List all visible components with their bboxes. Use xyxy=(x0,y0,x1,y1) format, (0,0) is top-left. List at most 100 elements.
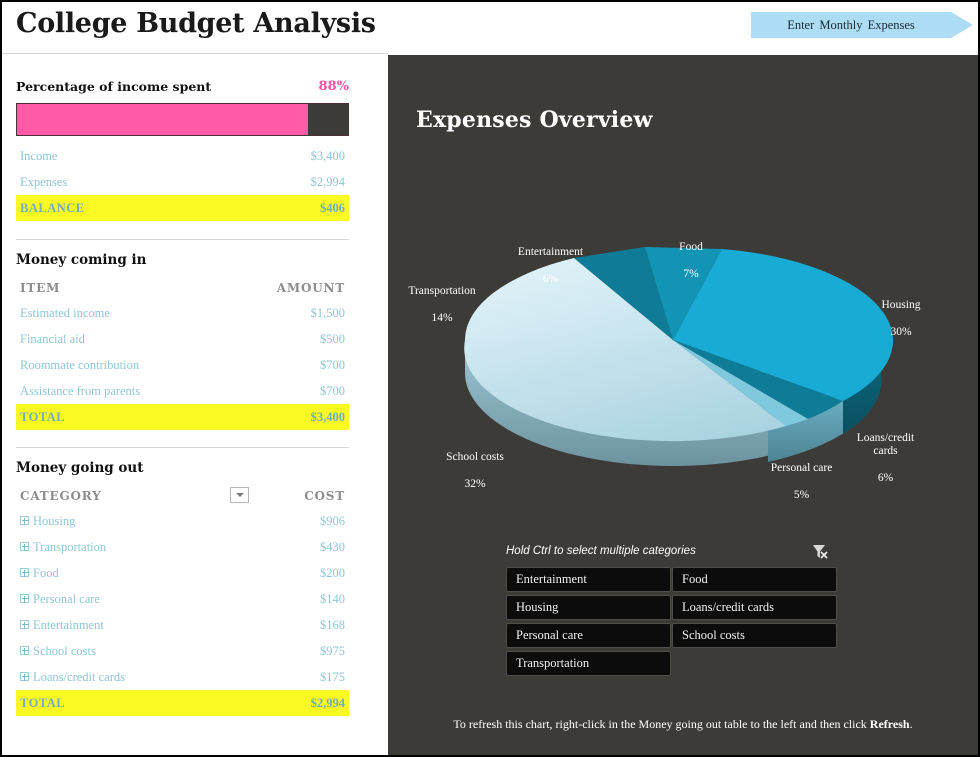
row-category: Loans/credit cards xyxy=(33,670,125,684)
column-header-cost: COST xyxy=(304,489,345,503)
refresh-word: Refresh xyxy=(869,717,910,731)
refresh-instruction-note: To refresh this chart, right-click in th… xyxy=(453,717,913,731)
percentage-label: Percentage of income spent xyxy=(16,79,212,94)
percentage-row: Percentage of income spent 88% xyxy=(16,79,349,99)
table-row[interactable]: School costs $975 xyxy=(16,638,349,664)
row-cost: $175 xyxy=(320,670,345,684)
table-row: Assistance from parents $700 xyxy=(16,378,349,404)
clear-filter-icon[interactable] xyxy=(810,543,830,561)
divider xyxy=(16,447,349,448)
money-out-total-row: TOTAL $2,994 xyxy=(16,690,349,716)
column-header-category: CATEGORY xyxy=(20,489,102,503)
summary-card: Percentage of income spent 88% Income $3… xyxy=(16,79,349,221)
row-cost: $140 xyxy=(320,592,345,606)
money-out-table-header: CATEGORY COST xyxy=(16,484,349,508)
table-row[interactable]: Food $200 xyxy=(16,560,349,586)
money-coming-in-card: Money coming in ITEM AMOUNT Estimated in… xyxy=(16,252,349,430)
summary-row-value: $3,400 xyxy=(310,149,345,163)
table-row[interactable]: Loans/credit cards $175 xyxy=(16,664,349,690)
expand-plus-icon[interactable] xyxy=(20,594,29,603)
pie-label-housing: Housing 30% xyxy=(881,298,921,338)
row-amount: $500 xyxy=(320,332,345,346)
row-cost: $168 xyxy=(320,618,345,632)
money-in-total-value: $3,400 xyxy=(310,410,345,424)
enter-monthly-expenses-label: Enter Monthly Expenses xyxy=(787,18,915,32)
expand-plus-icon[interactable] xyxy=(20,516,29,525)
row-item: Roommate contribution xyxy=(20,358,140,372)
slicer-hint-text: Hold Ctrl to select multiple categories xyxy=(506,545,696,557)
expand-plus-icon[interactable] xyxy=(20,620,29,629)
row-item: Estimated income xyxy=(20,306,110,320)
summary-row-value: $2,994 xyxy=(310,175,345,189)
pie-label-food: Food 7% xyxy=(679,240,703,280)
summary-row-balance: BALANCE $406 xyxy=(16,195,349,221)
table-row[interactable]: Housing $906 xyxy=(16,508,349,534)
table-row[interactable]: Entertainment $168 xyxy=(16,612,349,638)
balance-value: $406 xyxy=(320,201,345,215)
arrow-button-head xyxy=(951,12,973,38)
pie-label-transportation: Transportation 14% xyxy=(408,284,476,324)
divider xyxy=(16,239,349,240)
column-header-item: ITEM xyxy=(20,281,61,295)
slicer-button-transportation[interactable]: Transportation xyxy=(506,651,671,676)
slicer-button-loans-credit-cards[interactable]: Loans/credit cards xyxy=(672,595,837,620)
summary-row-label: Expenses xyxy=(20,175,68,189)
money-in-total-row: TOTAL $3,400 xyxy=(16,404,349,430)
money-going-out-heading: Money going out xyxy=(16,460,144,476)
page-header: College Budget Analysis Enter Monthly Ex… xyxy=(2,2,978,53)
progress-bar-fill xyxy=(17,104,309,135)
pie-label-entertainment: Entertainment 6% xyxy=(517,245,584,285)
row-cost: $430 xyxy=(320,540,345,554)
pie-label-school-costs: School costs 32% xyxy=(446,450,504,490)
expenses-pie-chart: Entertainment 6% Food 7% Transportation … xyxy=(388,165,978,505)
table-row: Roommate contribution $700 xyxy=(16,352,349,378)
row-category: Personal care xyxy=(33,592,100,606)
category-slicer: Hold Ctrl to select multiple categories … xyxy=(506,545,861,685)
row-category: School costs xyxy=(33,644,96,658)
expand-plus-icon[interactable] xyxy=(20,646,29,655)
table-row[interactable]: Personal care $140 xyxy=(16,586,349,612)
chart-title: Expenses Overview xyxy=(416,107,653,133)
row-item: Assistance from parents xyxy=(20,384,141,398)
expand-plus-icon[interactable] xyxy=(20,568,29,577)
summary-row-income: Income $3,400 xyxy=(16,143,349,169)
row-category: Housing xyxy=(33,514,76,528)
income-spent-progress-bar xyxy=(16,103,349,136)
row-cost: $200 xyxy=(320,566,345,580)
table-row: Estimated income $1,500 xyxy=(16,300,349,326)
row-cost: $906 xyxy=(320,514,345,528)
row-item: Financial aid xyxy=(20,332,85,346)
left-column: Percentage of income spent 88% Income $3… xyxy=(2,53,388,755)
money-out-total-value: $2,994 xyxy=(310,696,345,710)
summary-row-expenses: Expenses $2,994 xyxy=(16,169,349,195)
row-amount: $1,500 xyxy=(310,306,345,320)
expand-plus-icon[interactable] xyxy=(20,542,29,551)
slicer-button-entertainment[interactable]: Entertainment xyxy=(506,567,671,592)
category-filter-dropdown-button[interactable] xyxy=(230,487,249,503)
slicer-button-personal-care[interactable]: Personal care xyxy=(506,623,671,648)
slicer-button-food[interactable]: Food xyxy=(672,567,837,592)
money-out-total-label: TOTAL xyxy=(20,696,66,710)
slicer-button-school-costs[interactable]: School costs xyxy=(672,623,837,648)
row-category: Entertainment xyxy=(33,618,104,632)
budget-dashboard-page: College Budget Analysis Enter Monthly Ex… xyxy=(0,0,980,757)
column-header-amount: AMOUNT xyxy=(276,281,345,295)
summary-row-label: Income xyxy=(20,149,58,163)
expand-plus-icon[interactable] xyxy=(20,672,29,681)
page-title: College Budget Analysis xyxy=(16,8,376,39)
money-going-out-card: Money going out CATEGORY COST Housing $9… xyxy=(16,460,349,716)
row-amount: $700 xyxy=(320,384,345,398)
slicer-button-housing[interactable]: Housing xyxy=(506,595,671,620)
enter-monthly-expenses-button[interactable]: Enter Monthly Expenses xyxy=(751,12,973,38)
money-in-total-label: TOTAL xyxy=(20,410,66,424)
row-cost: $975 xyxy=(320,644,345,658)
money-in-table-header: ITEM AMOUNT xyxy=(16,276,349,300)
row-amount: $700 xyxy=(320,358,345,372)
chart-panel: Expenses Overview Entertainment 6% Food … xyxy=(388,55,978,755)
table-row[interactable]: Transportation $430 xyxy=(16,534,349,560)
row-category: Food xyxy=(33,566,59,580)
balance-label: BALANCE xyxy=(20,201,85,215)
pie-label-personal-care: Personal care 5% xyxy=(770,461,833,501)
row-category: Transportation xyxy=(33,540,107,554)
percentage-value: 88% xyxy=(318,79,349,94)
